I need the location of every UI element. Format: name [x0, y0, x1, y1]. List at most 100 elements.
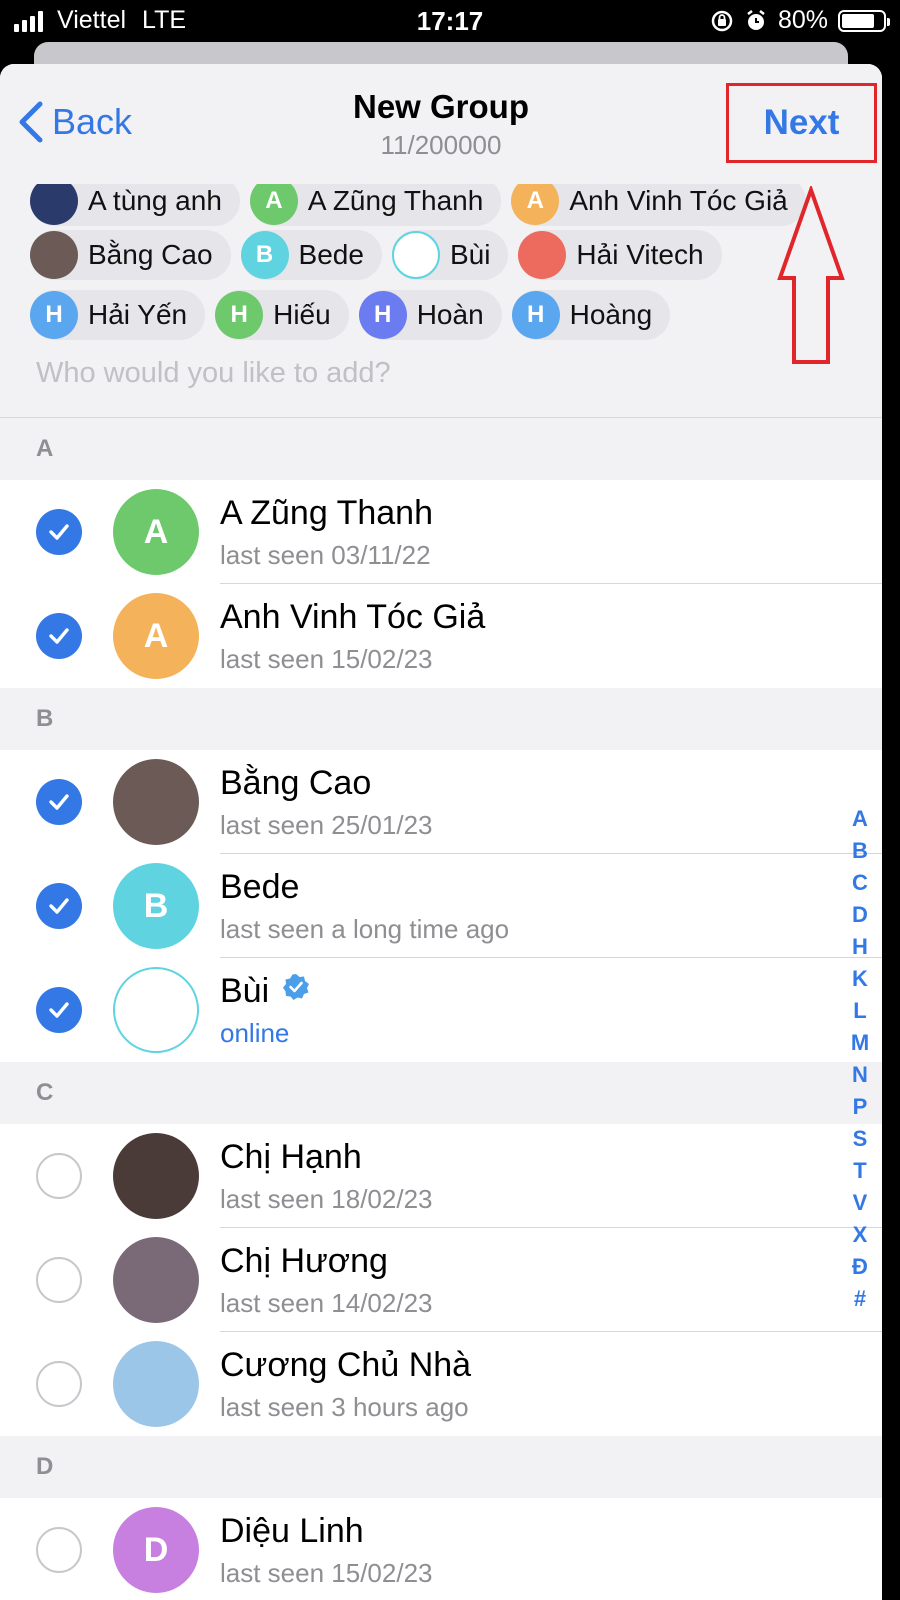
checkmark-icon[interactable]	[36, 779, 82, 825]
selected-member-chip[interactable]: Bùi	[391, 230, 509, 280]
chip-avatar	[518, 231, 567, 279]
checkmark-icon[interactable]	[36, 509, 82, 555]
index-letter[interactable]: V	[853, 1187, 868, 1219]
index-letter[interactable]: L	[853, 995, 866, 1027]
contact-name: Diệu Linh	[220, 1512, 364, 1551]
section-header: D	[0, 1436, 882, 1498]
chip-avatar: H	[215, 291, 264, 339]
contact-row[interactable]: D Diệu Linh last seen 15/02/23	[0, 1498, 882, 1600]
avatar	[113, 967, 199, 1053]
chip-row: Bằng Cao B Bede Bùi Hải Vitech	[30, 230, 722, 280]
chip-avatar: A	[511, 184, 560, 225]
chip-label: A Zũng Thanh	[307, 185, 484, 216]
chip-label: Bùi	[449, 239, 491, 270]
checkmark-icon[interactable]	[36, 987, 82, 1033]
annotation-arrow-icon	[777, 186, 845, 364]
avatar	[113, 1133, 199, 1219]
contact-name-text: Diệu Linh	[220, 1512, 364, 1550]
selected-member-chip[interactable]: B Bede	[240, 230, 382, 280]
index-letter[interactable]: B	[852, 835, 868, 867]
empty-circle-icon[interactable]	[36, 1153, 82, 1199]
avatar: A	[113, 489, 199, 575]
contact-name: Anh Vinh Tóc Giả	[220, 598, 485, 637]
avatar: A	[113, 593, 199, 679]
selected-member-chip[interactable]: H Hoàn	[358, 290, 502, 340]
checkmark-icon[interactable]	[36, 883, 82, 929]
contact-name-text: Bede	[220, 868, 300, 906]
index-letter[interactable]: D	[852, 899, 868, 931]
selected-member-chip[interactable]: A A Zũng Thanh	[249, 184, 502, 226]
chip-avatar: H	[358, 291, 407, 339]
index-letter[interactable]: S	[853, 1123, 868, 1155]
selected-member-chip[interactable]: H Hoàng	[511, 290, 671, 340]
contact-status: last seen 3 hours ago	[220, 1392, 469, 1422]
chip-avatar: B	[240, 231, 289, 279]
index-letter[interactable]: #	[854, 1283, 866, 1315]
selected-member-chip[interactable]: H Hiếu	[215, 290, 349, 340]
index-letter[interactable]: A	[852, 803, 868, 835]
avatar: D	[113, 1507, 199, 1593]
selected-member-chip[interactable]: A tùng anh	[30, 184, 240, 226]
contact-status: last seen 03/11/22	[220, 540, 431, 570]
checkmark-icon[interactable]	[36, 613, 82, 659]
contact-name-text: A Zũng Thanh	[220, 494, 433, 532]
section-header: C	[0, 1062, 882, 1124]
contact-row[interactable]: Chị Hương last seen 14/02/23	[0, 1228, 882, 1332]
contact-row[interactable]: B Bede last seen a long time ago	[0, 854, 882, 958]
contact-name-text: Bằng Cao	[220, 764, 372, 802]
contact-row[interactable]: A Anh Vinh Tóc Giả last seen 15/02/23	[0, 584, 882, 688]
next-button[interactable]: Next	[726, 83, 877, 163]
chip-row: A tùng anh A A Zũng Thanh A Anh Vinh Tóc Giả	[30, 184, 806, 226]
chip-label: A tùng anh	[88, 185, 222, 216]
index-letter[interactable]: C	[852, 867, 868, 899]
index-letter[interactable]: H	[852, 931, 868, 963]
contact-row[interactable]: Bằng Cao last seen 25/01/23	[0, 750, 882, 854]
navigation-bar: Back New Group 11/200000 Next	[0, 64, 882, 184]
contact-name-text: Bùi	[220, 972, 270, 1010]
selected-member-chip[interactable]: Hải Vitech	[518, 230, 722, 280]
chip-avatar: H	[30, 291, 78, 339]
avatar	[113, 1341, 199, 1427]
next-label: Next	[763, 103, 840, 142]
contact-name-text: Chị Hương	[220, 1242, 388, 1280]
contact-status: last seen a long time ago	[220, 914, 510, 944]
index-letter[interactable]: M	[851, 1027, 869, 1059]
empty-circle-icon[interactable]	[36, 1361, 82, 1407]
battery-icon	[838, 9, 890, 32]
alarm-icon	[747, 9, 765, 30]
rotation-lock-icon	[711, 10, 733, 31]
index-letter[interactable]: N	[852, 1059, 868, 1091]
contact-name-text: Anh Vinh Tóc Giả	[220, 598, 486, 636]
avatar	[113, 759, 199, 845]
contact-name: Bùi	[220, 972, 311, 1011]
index-letter[interactable]: Đ	[852, 1251, 868, 1283]
battery-percent: 80%	[777, 6, 828, 34]
contact-row[interactable]: A A Zũng Thanh last seen 03/11/22	[0, 480, 882, 584]
contact-row[interactable]: Cương Chủ Nhà last seen 3 hours ago	[0, 1332, 882, 1436]
selected-member-chip[interactable]: Bằng Cao	[30, 230, 231, 280]
contact-status: online	[220, 1018, 290, 1048]
chip-label: Bede	[298, 239, 364, 270]
status-bar: Viettel LTE 17:17 80%	[0, 0, 900, 44]
contact-name: Cương Chủ Nhà	[220, 1346, 471, 1385]
contact-name-text: Chị Hạnh	[220, 1138, 362, 1176]
contact-row[interactable]: Bùi online	[0, 958, 882, 1062]
empty-circle-icon[interactable]	[36, 1527, 82, 1573]
contact-row[interactable]: Chị Hạnh last seen 18/02/23	[0, 1124, 882, 1228]
selected-member-chip[interactable]: A Anh Vinh Tóc Giả	[511, 184, 806, 226]
index-letter[interactable]: X	[853, 1219, 868, 1251]
contact-status: last seen 25/01/23	[220, 810, 433, 840]
empty-circle-icon[interactable]	[36, 1257, 82, 1303]
selected-member-chip[interactable]: H Hải Yến	[30, 290, 206, 340]
index-letter[interactable]: P	[853, 1091, 868, 1123]
index-letter[interactable]: K	[852, 963, 868, 995]
index-letter[interactable]: T	[853, 1155, 866, 1187]
contact-status: last seen 18/02/23	[220, 1184, 433, 1214]
contact-name: Bede	[220, 868, 299, 907]
alphabet-index[interactable]: A B C D H K L M N P S T V X Đ #	[846, 803, 874, 1315]
avatar	[113, 1237, 199, 1323]
contact-status: last seen 15/02/23	[220, 1558, 433, 1588]
section-header: A	[0, 418, 882, 480]
contact-status: last seen 15/02/23	[220, 644, 433, 674]
search-input[interactable]: Who would you like to add?	[36, 357, 391, 390]
